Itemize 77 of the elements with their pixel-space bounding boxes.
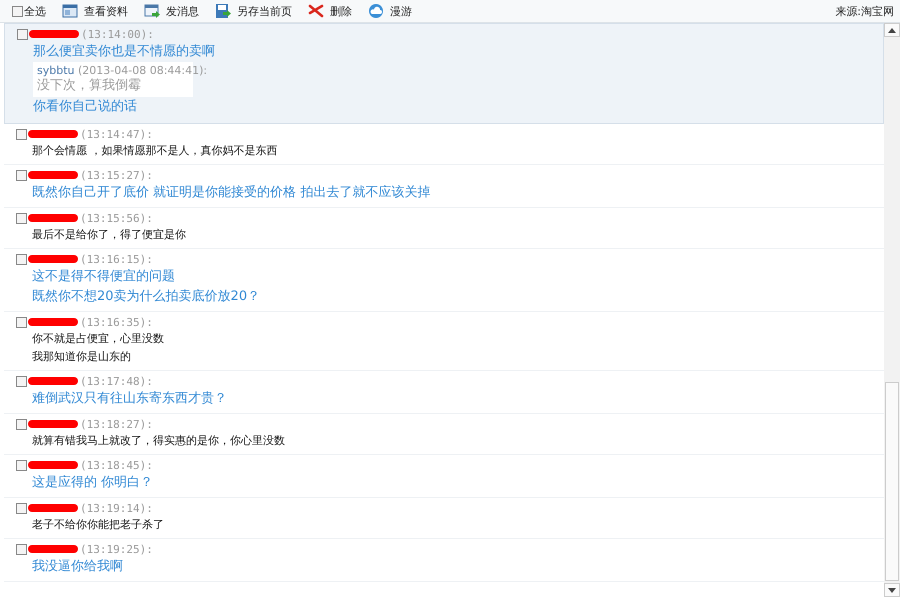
scroll-thumb[interactable] — [885, 382, 899, 581]
select-all-label[interactable]: 全选 — [24, 4, 46, 18]
message-time: (13:16:35): — [80, 316, 153, 328]
message-text: 最后不是给你了，得了便宜是你 — [31, 227, 187, 243]
message-checkbox[interactable] — [16, 544, 27, 554]
message-text: 那个会情愿 ，如果情愿那不是人，真你妈不是东西 — [31, 143, 278, 159]
message-time: (13:14:47): — [80, 128, 153, 140]
save-icon[interactable] — [215, 3, 231, 19]
message-text: 既然你自己开了底价 就证明是你能接受的价格 拍出去了就不应该关掉 — [31, 184, 432, 202]
toolbar-message-label[interactable]: 发消息 — [166, 4, 199, 18]
message-row[interactable]: (13:16:35): 你不就是占便宜，心里没数 我那知道你是山东的 — [4, 312, 884, 371]
message-checkbox[interactable] — [16, 254, 27, 264]
message-text: 既然你不想20卖为什么拍卖底价放20？ — [31, 288, 262, 306]
quote-text: 没下次，算我倒霉 — [37, 77, 142, 95]
redaction-mark — [29, 30, 79, 38]
cloud-icon[interactable] — [368, 3, 384, 19]
message-time: (13:19:25): — [80, 542, 153, 556]
quote-time: (2013-04-08 08:44:41): — [78, 64, 208, 77]
message-time: (13:14:00): — [81, 28, 154, 40]
message-text: 你看你自己说的话 — [32, 98, 138, 116]
message-time: (13:19:14): — [80, 502, 153, 514]
window-icon[interactable] — [62, 3, 78, 19]
message-checkbox[interactable] — [16, 316, 27, 328]
message-time: (13:18:45): — [80, 458, 153, 472]
message-time: (13:16:15): — [80, 252, 153, 266]
redaction-mark — [28, 255, 78, 263]
message-text: 老子不给你你能把老子杀了 — [31, 517, 165, 533]
message-row[interactable]: (13:18:27): 就算有错我马上就改了，得实惠的是你，你心里没数 — [4, 414, 884, 455]
message-checkbox[interactable] — [16, 170, 27, 180]
redaction-mark — [28, 504, 78, 512]
message-row[interactable]: (13:15:56): 最后不是给你了，得了便宜是你 — [4, 208, 884, 249]
message-text: 这不是得不得便宜的问题 — [31, 268, 176, 286]
message-text: 我没逼你给我啊 — [31, 558, 124, 576]
delete-icon[interactable] — [308, 3, 324, 19]
message-time: (13:15:27): — [80, 168, 153, 182]
message-row[interactable]: (13:18:45): 这是应得的 你明白？ — [4, 455, 884, 498]
scroll-down-icon[interactable] — [884, 583, 900, 597]
message-row[interactable]: (13:14:47): 那个会情愿 ，如果情愿那不是人，真你妈不是东西 — [4, 124, 884, 165]
message-checkbox[interactable] — [16, 460, 27, 470]
redaction-mark — [28, 545, 78, 553]
toolbar-save-label[interactable]: 另存当前页 — [237, 4, 292, 18]
message-text: 难倒武汉只有往山东寄东西才贵？ — [31, 390, 228, 408]
message-time: (13:18:27): — [80, 418, 153, 430]
redaction-mark — [28, 318, 78, 326]
message-row[interactable]: (13:19:14): 老子不给你你能把老子杀了 — [4, 498, 884, 539]
message-checkbox[interactable] — [16, 128, 27, 140]
message-row[interactable]: (13:15:27): 既然你自己开了底价 就证明是你能接受的价格 拍出去了就不应该关掉 — [4, 165, 884, 208]
scrollbar[interactable] — [884, 23, 900, 597]
message-row[interactable]: (13:19:25): 我没逼你给我啊 — [4, 539, 884, 582]
source-label: 来源:淘宝网 — [835, 4, 894, 18]
message-checkbox[interactable] — [16, 418, 27, 430]
message-time: (13:15:56): — [80, 212, 153, 224]
select-all-checkbox[interactable] — [12, 6, 23, 16]
message-checkbox[interactable] — [17, 28, 28, 40]
message-checkbox[interactable] — [16, 502, 27, 514]
quote-author: sybbtu — [37, 64, 74, 77]
redaction-mark — [28, 214, 78, 222]
message-row[interactable]: (13:16:15): 这不是得不得便宜的问题 既然你不想20卖为什么拍卖底价放20？ — [4, 249, 884, 312]
message-checkbox[interactable] — [16, 376, 27, 386]
redaction-mark — [28, 171, 78, 179]
message-text: 我那知道你是山东的 — [31, 349, 132, 365]
toolbar-delete-label[interactable]: 删除 — [330, 4, 352, 18]
message-text: 就算有错我马上就改了，得实惠的是你，你心里没数 — [31, 433, 286, 449]
redaction-mark — [28, 461, 78, 469]
message-text: 你不就是占便宜，心里没数 — [31, 331, 165, 347]
redaction-mark — [28, 130, 78, 138]
toolbar-profile-label[interactable]: 查看资料 — [84, 4, 128, 18]
message-text: 那么便宜卖你也是不情愿的卖啊 — [32, 43, 216, 61]
message-row[interactable]: (13:14:00): 那么便宜卖你也是不情愿的卖啊 sybbtu (2013-04-08 08:44:41): 没下次，算我倒霉 你看你自己说的话 — [4, 23, 884, 124]
message-time: (13:17:48): — [80, 374, 153, 388]
message-row[interactable]: (13:17:48): 难倒武汉只有往山东寄东西才贵？ — [4, 371, 884, 414]
redaction-mark — [28, 420, 78, 428]
message-checkbox[interactable] — [16, 212, 27, 224]
redaction-mark — [28, 377, 78, 385]
message-text: 这是应得的 你明白？ — [31, 474, 154, 492]
scroll-up-icon[interactable] — [884, 23, 900, 37]
toolbar-roam-label[interactable]: 漫游 — [390, 4, 412, 18]
